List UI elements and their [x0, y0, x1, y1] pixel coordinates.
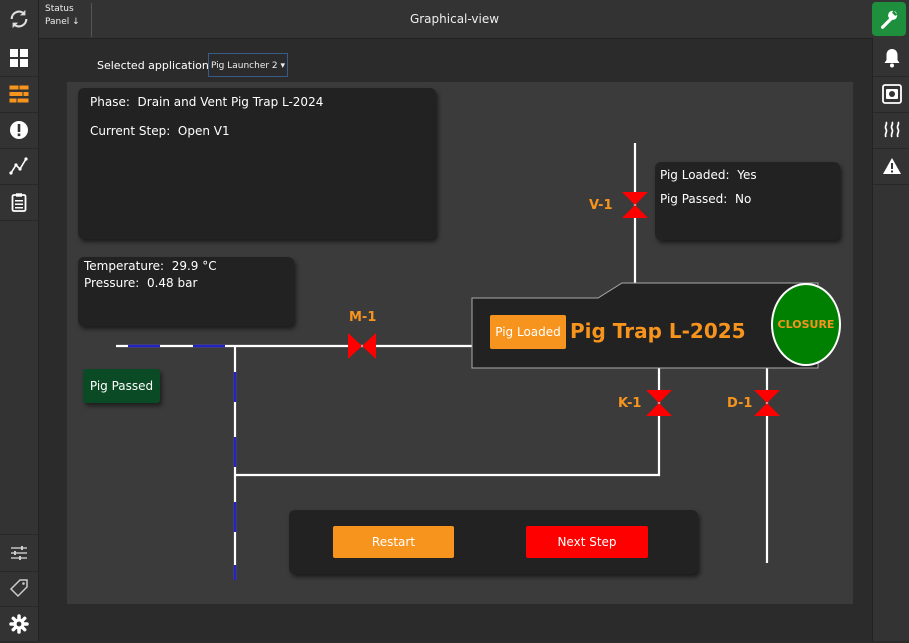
pig-loaded-button[interactable]: Pig Loaded: [490, 315, 566, 349]
current-step-label: Current Step:: [90, 124, 171, 138]
temperature-row: Temperature: 29.9 °C: [84, 259, 217, 273]
pressure-row: Pressure: 0.48 bar: [84, 276, 197, 290]
temperature-label: Temperature:: [84, 259, 165, 273]
pig-loaded-value: Yes: [737, 168, 757, 182]
process-values-card: Temperature: 29.9 °C Pressure: 0.48 bar: [78, 257, 294, 326]
closure-indicator[interactable]: CLOSURE: [771, 283, 841, 366]
valve-v1-label: V-1: [589, 198, 613, 213]
restart-button[interactable]: Restart: [333, 526, 454, 558]
valve-d1-label: D-1: [727, 396, 753, 411]
pig-trap-name: Pig Trap L-2025: [570, 319, 746, 343]
valve-v1: [622, 192, 648, 218]
phase-row: Phase: Drain and Vent Pig Trap L-2024: [90, 95, 323, 109]
current-step-value: Open V1: [177, 124, 230, 138]
valve-d1: [754, 390, 780, 416]
pressure-label: Pressure:: [84, 276, 140, 290]
pig-loaded-label: Pig Loaded:: [660, 168, 730, 182]
pressure-value: 0.48 bar: [146, 276, 198, 290]
valve-m1: [348, 333, 376, 359]
valve-m1-label: M-1: [349, 310, 377, 325]
phase-label: Phase:: [90, 95, 130, 109]
pig-status-card: Pig Loaded: Yes Pig Passed: No: [655, 162, 840, 240]
next-step-button[interactable]: Next Step: [526, 526, 648, 558]
phase-value: Drain and Vent Pig Trap L-2024: [137, 95, 324, 109]
temperature-value: 29.9 °C: [171, 259, 217, 273]
pig-passed-label: Pig Passed:: [660, 192, 728, 206]
pig-passed-value: No: [734, 192, 752, 206]
pig-passed-indicator: Pig Passed: [83, 369, 160, 403]
phase-card: Phase: Drain and Vent Pig Trap L-2024 Cu…: [78, 88, 436, 239]
valve-k1: [646, 390, 672, 416]
current-step-row: Current Step: Open V1: [90, 124, 230, 138]
pig-loaded-row: Pig Loaded: Yes: [660, 168, 757, 182]
valve-k1-label: K-1: [618, 396, 642, 411]
pig-passed-row: Pig Passed: No: [660, 192, 751, 206]
closure-label: CLOSURE: [777, 318, 835, 331]
pipe-k1-drain: [235, 368, 661, 477]
